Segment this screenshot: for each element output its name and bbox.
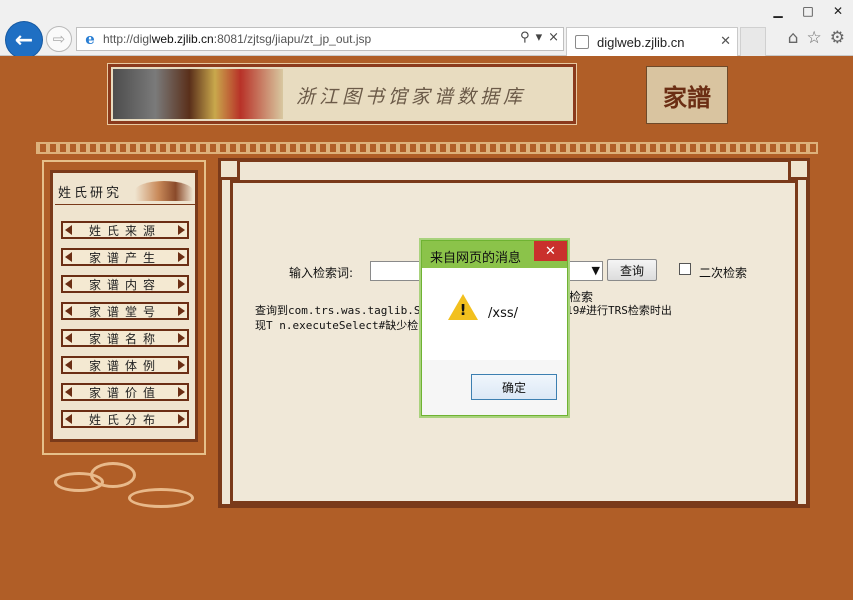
- sidebar-item-genealogy-content[interactable]: 家谱内容: [61, 275, 189, 293]
- sidebar-item-hall-name[interactable]: 家谱堂号: [61, 302, 189, 320]
- banner-title: 浙江图书馆家谱数据库: [296, 86, 527, 108]
- sidebar: 姓氏研究 姓氏来源 家谱产生 家谱内容 家谱堂号 家谱名称 家谱体例 家谱价值 …: [50, 170, 198, 442]
- corner-ornament: [218, 158, 240, 180]
- sidebar-item-genealogy-origin[interactable]: 家谱产生: [61, 248, 189, 266]
- secondary-search-label: 二次检索: [699, 266, 748, 280]
- address-tools: ⚲ ▾ ×: [520, 30, 559, 45]
- decorative-border: [36, 142, 818, 154]
- dialog-titlebar[interactable]: 来自网页的消息 ✕: [422, 241, 567, 268]
- close-tab-icon[interactable]: ✕: [720, 34, 731, 49]
- sidebar-decoration-icon: [135, 181, 193, 201]
- close-icon: ✕: [545, 243, 556, 259]
- dialog-title: 来自网页的消息: [430, 251, 522, 266]
- sidebar-item-surname-distribution[interactable]: 姓氏分布: [61, 410, 189, 428]
- ok-button[interactable]: 确定: [471, 374, 557, 400]
- back-arrow-icon: ←: [14, 27, 34, 53]
- maximize-button[interactable]: □: [793, 0, 823, 22]
- settings-icon[interactable]: ⚙: [830, 28, 845, 48]
- new-tab-button[interactable]: [740, 27, 766, 56]
- browser-tab[interactable]: diglweb.zjlib.cn ✕: [566, 27, 738, 56]
- browser-chrome: ▁ □ ✕ ← ⇨ e http://diglweb.zjlib.cn:8081…: [0, 0, 853, 58]
- jiapu-logo: 家譜: [646, 66, 728, 124]
- sidebar-item-genealogy-value[interactable]: 家谱价值: [61, 383, 189, 401]
- dialog-close-button[interactable]: ✕: [534, 241, 567, 261]
- chevron-down-icon: ▼: [591, 264, 600, 277]
- dialog-body: ! /xss/: [422, 268, 567, 360]
- tab-title: diglweb.zjlib.cn: [597, 34, 685, 50]
- warning-mark: !: [459, 301, 467, 319]
- page-icon: [575, 35, 589, 49]
- query-button[interactable]: 查询: [607, 259, 657, 281]
- search-icon[interactable]: ⚲: [520, 30, 530, 45]
- sidebar-title: 姓氏研究: [58, 186, 123, 201]
- address-bar[interactable]: e http://diglweb.zjlib.cn:8081/zjtsg/jia…: [76, 27, 564, 51]
- forward-button[interactable]: ⇨: [46, 26, 72, 52]
- alert-dialog: 来自网页的消息 ✕ ! /xss/ 确定: [421, 240, 568, 416]
- dropdown-icon[interactable]: ▾: [536, 30, 543, 45]
- secondary-search-checkbox[interactable]: [679, 263, 691, 275]
- forward-arrow-icon: ⇨: [52, 30, 66, 48]
- site-banner: 浙江图书馆家谱数据库: [107, 63, 577, 125]
- back-button[interactable]: ←: [6, 22, 42, 58]
- toolbar-icons: ⌂ ☆ ⚙: [788, 28, 845, 48]
- dialog-message: /xss/: [488, 306, 518, 321]
- home-icon[interactable]: ⌂: [788, 28, 799, 48]
- close-window-button[interactable]: ✕: [823, 0, 853, 22]
- search-label: 输入检索词:: [289, 266, 354, 280]
- corner-ornament: [788, 158, 810, 180]
- url-text[interactable]: http://diglweb.zjlib.cn:8081/zjtsg/jiapu…: [103, 32, 371, 46]
- window-controls: ▁ □ ✕: [763, 0, 853, 22]
- favorites-icon[interactable]: ☆: [807, 28, 822, 48]
- minimize-button[interactable]: ▁: [763, 0, 793, 22]
- sidebar-item-surname-origin[interactable]: 姓氏来源: [61, 221, 189, 239]
- ie-logo-icon: e: [85, 30, 95, 48]
- sidebar-header: 姓氏研究: [55, 179, 195, 205]
- stop-icon[interactable]: ×: [548, 30, 559, 45]
- banner-image: [113, 69, 283, 119]
- sidebar-item-genealogy-style[interactable]: 家谱体例: [61, 356, 189, 374]
- sidebar-item-genealogy-name[interactable]: 家谱名称: [61, 329, 189, 347]
- cloud-decoration-icon: [44, 456, 214, 516]
